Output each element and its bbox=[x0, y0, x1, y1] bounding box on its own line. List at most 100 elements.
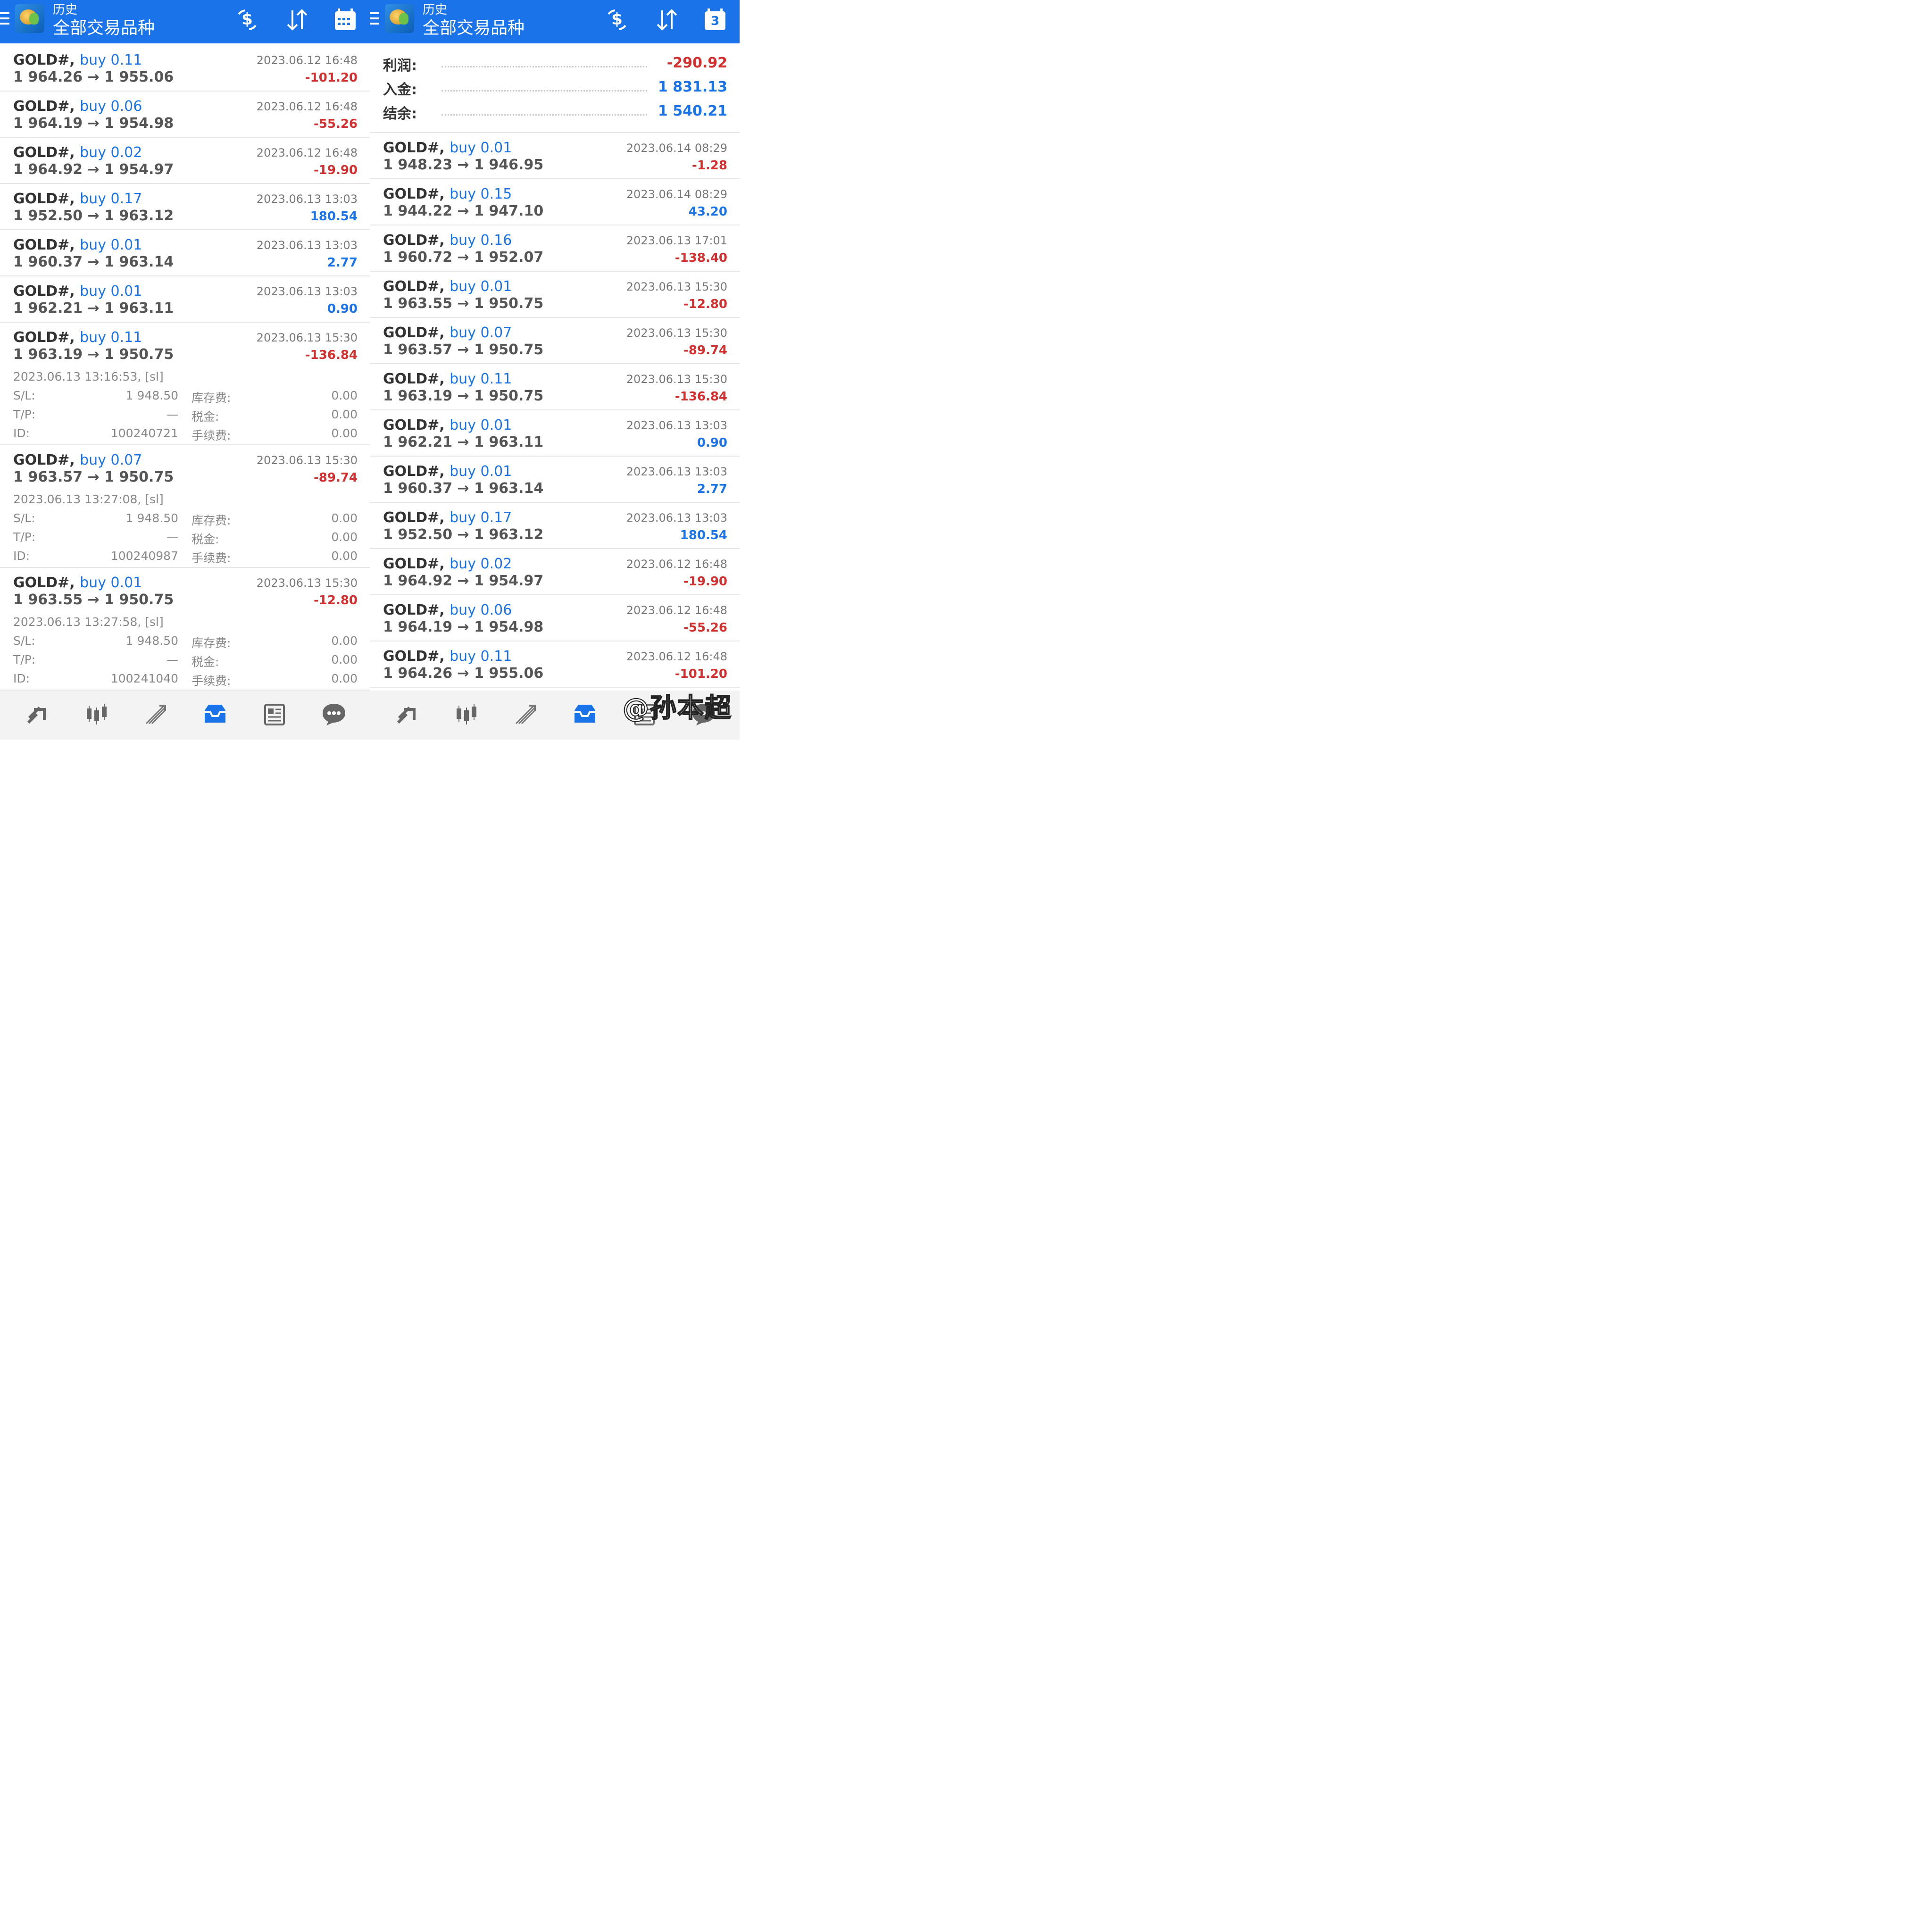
trade-row[interactable]: GOLD#, buy 0.01 1 960.37 → 1 963.14 2023.0… bbox=[370, 457, 740, 503]
sl-label: S/L: bbox=[13, 634, 35, 648]
chart-icon[interactable] bbox=[83, 701, 109, 727]
trade-symbol: GOLD#, buy 0.11 bbox=[383, 371, 512, 387]
trade-time: 2023.06.13 15:30 bbox=[256, 576, 358, 590]
trade-row[interactable]: GOLD#, buy 0.01 1 963.55 → 1 950.75 2023.0… bbox=[370, 272, 740, 318]
trade-time: 2023.06.13 15:30 bbox=[626, 326, 727, 340]
trade-row[interactable]: GOLD#, buy 0.01 1 963.55 → 1 950.75 2023.0… bbox=[0, 568, 370, 691]
trade-row[interactable]: GOLD#, buy 0.17 1 952.50 → 1 963.12 2023.0… bbox=[370, 503, 740, 549]
trade-profit: 0.90 bbox=[327, 302, 358, 316]
sort-icon[interactable] bbox=[654, 7, 680, 33]
app-bar: 历史 全部交易品种 $ bbox=[0, 0, 370, 43]
history-icon[interactable] bbox=[572, 701, 598, 727]
trade-row[interactable]: GOLD#, buy 0.17 1 952.50 → 1 963.12 2023.0… bbox=[0, 184, 370, 230]
trade-row[interactable]: GOLD#, buy 0.11 1 964.26 → 1 955.06 2023.0… bbox=[370, 641, 740, 688]
trade-row[interactable]: GOLD#, buy 0.06 1 964.19 → 1 954.98 2023.0… bbox=[0, 92, 370, 138]
symbol-name: GOLD#, bbox=[383, 278, 445, 295]
trade-direction-volume: buy 0.07 bbox=[80, 452, 142, 468]
trade-time: 2023.06.13 15:30 bbox=[626, 280, 727, 293]
tax-label: 税金: bbox=[192, 410, 219, 424]
trade-symbol: GOLD#, buy 0.16 bbox=[383, 232, 512, 249]
trade-symbol: GOLD#, buy 0.15 bbox=[383, 186, 512, 202]
dollar-exchange-icon[interactable]: $ bbox=[604, 7, 630, 33]
tp-value: — bbox=[167, 530, 178, 544]
chart-icon[interactable] bbox=[453, 701, 479, 727]
trade-prices: 1 964.26 → 1 955.06 bbox=[13, 69, 174, 85]
trade-row[interactable]: GOLD#, buy 0.01 1 962.21 → 1 963.11 2023.0… bbox=[0, 276, 370, 323]
symbol-filter[interactable]: 全部交易品种 bbox=[423, 14, 525, 39]
trade-row[interactable]: GOLD#, buy 0.07 1 963.57 → 1 950.75 2023.0… bbox=[370, 318, 740, 364]
trade-direction-volume: buy 0.07 bbox=[450, 325, 512, 341]
id-value: 100240987 bbox=[110, 549, 178, 563]
trade-row[interactable]: GOLD#, buy 0.02 1 964.92 → 1 954.97 2023.0… bbox=[0, 138, 370, 184]
symbol-name: GOLD#, bbox=[13, 329, 75, 346]
quotes-icon[interactable] bbox=[24, 701, 50, 727]
swap-value: 0.00 bbox=[331, 511, 358, 525]
trade-time: 2023.06.13 15:30 bbox=[256, 331, 358, 344]
quotes-icon[interactable] bbox=[393, 701, 420, 727]
trade-direction-volume: buy 0.15 bbox=[450, 186, 512, 202]
trade-row[interactable]: GOLD#, buy 0.01 1 948.23 → 1 946.95 2023.0… bbox=[370, 133, 740, 179]
menu-icon[interactable] bbox=[0, 12, 9, 25]
trade-direction-volume: buy 0.11 bbox=[450, 371, 512, 387]
symbol-name: GOLD#, bbox=[13, 98, 75, 115]
trade-time: 2023.06.12 16:48 bbox=[626, 604, 727, 617]
trade-prices: 1 964.92 → 1 954.97 bbox=[383, 573, 544, 589]
trade-icon[interactable] bbox=[512, 701, 539, 727]
svg-text:$: $ bbox=[242, 10, 253, 29]
summary-leader bbox=[441, 66, 647, 67]
menu-icon[interactable] bbox=[370, 12, 379, 25]
trade-prices: 1 964.92 → 1 954.97 bbox=[13, 161, 174, 178]
trade-profit: -89.74 bbox=[683, 343, 727, 358]
trade-time: 2023.06.12 16:48 bbox=[626, 650, 727, 663]
news-icon[interactable] bbox=[261, 701, 288, 727]
chat-icon[interactable] bbox=[321, 701, 347, 727]
sort-icon[interactable] bbox=[284, 7, 310, 33]
trade-row[interactable]: GOLD#, buy 0.11 1 964.26 → 1 955.06 2023.0… bbox=[0, 45, 370, 92]
symbol-filter[interactable]: 全部交易品种 bbox=[53, 14, 155, 39]
dollar-exchange-icon[interactable]: $ bbox=[234, 7, 260, 33]
trade-history-list: GOLD#, buy 0.01 1 948.23 → 1 946.95 2023.0… bbox=[370, 133, 740, 688]
swap-label: 库存费: bbox=[192, 636, 231, 650]
trade-row[interactable]: GOLD#, buy 0.11 1 963.19 → 1 950.75 2023.0… bbox=[370, 364, 740, 410]
trade-row[interactable]: GOLD#, buy 0.01 1 962.21 → 1 963.11 2023.0… bbox=[370, 410, 740, 457]
trade-time: 2023.06.14 08:29 bbox=[626, 142, 727, 155]
trade-prices: 1 952.50 → 1 963.12 bbox=[383, 526, 544, 543]
watermark: @孙本超 bbox=[622, 692, 732, 724]
trade-row[interactable]: GOLD#, buy 0.16 1 960.72 → 1 952.07 2023.0… bbox=[370, 225, 740, 272]
trade-direction-volume: buy 0.06 bbox=[80, 98, 142, 115]
app-logo-icon bbox=[15, 4, 44, 33]
trade-time: 2023.06.13 15:30 bbox=[256, 454, 358, 467]
trade-row[interactable]: GOLD#, buy 0.07 1 963.57 → 1 950.75 2023.0… bbox=[0, 445, 370, 568]
trade-profit: 180.54 bbox=[680, 528, 727, 542]
trade-row[interactable]: GOLD#, buy 0.01 1 960.37 → 1 963.14 2023.0… bbox=[0, 230, 370, 276]
history-icon[interactable] bbox=[202, 701, 228, 727]
trade-direction-volume: buy 0.01 bbox=[450, 417, 512, 433]
trade-prices: 1 963.57 → 1 950.75 bbox=[383, 341, 544, 358]
trade-profit: -12.80 bbox=[313, 593, 358, 608]
trade-direction-volume: buy 0.01 bbox=[450, 140, 512, 156]
symbol-name: GOLD#, bbox=[383, 140, 445, 156]
trade-time: 2023.06.13 13:03 bbox=[256, 285, 358, 298]
trade-direction-volume: buy 0.11 bbox=[450, 648, 512, 665]
trade-row[interactable]: GOLD#, buy 0.15 1 944.22 → 1 947.10 2023.0… bbox=[370, 179, 740, 225]
trade-prices: 1 960.72 → 1 952.07 bbox=[383, 249, 544, 266]
id-value: 100241040 bbox=[110, 672, 178, 685]
trade-history-list: GOLD#, buy 0.11 1 964.26 → 1 955.06 2023.0… bbox=[0, 45, 370, 691]
trade-row[interactable]: GOLD#, buy 0.11 1 963.19 → 1 950.75 2023.0… bbox=[0, 323, 370, 445]
symbol-name: GOLD#, bbox=[383, 556, 445, 572]
trade-row[interactable]: GOLD#, buy 0.06 1 964.19 → 1 954.98 2023.0… bbox=[370, 595, 740, 641]
trade-icon[interactable] bbox=[142, 701, 169, 727]
trade-symbol: GOLD#, buy 0.01 bbox=[13, 575, 142, 591]
summary-label: 入金: bbox=[383, 82, 417, 98]
trade-symbol: GOLD#, buy 0.02 bbox=[13, 144, 142, 161]
calendar-icon[interactable]: 3 bbox=[702, 7, 728, 33]
trade-symbol: GOLD#, buy 0.01 bbox=[383, 278, 512, 295]
trade-time: 2023.06.13 13:03 bbox=[256, 192, 358, 206]
swap-value: 0.00 bbox=[331, 634, 358, 648]
trade-prices: 1 963.55 → 1 950.75 bbox=[13, 591, 174, 608]
calendar-icon[interactable] bbox=[332, 7, 358, 33]
trade-time: 2023.06.13 13:03 bbox=[256, 239, 358, 252]
trade-profit: 2.77 bbox=[697, 482, 727, 496]
trade-row[interactable]: GOLD#, buy 0.02 1 964.92 → 1 954.97 2023.0… bbox=[370, 549, 740, 595]
trade-profit: 2.77 bbox=[327, 256, 358, 270]
